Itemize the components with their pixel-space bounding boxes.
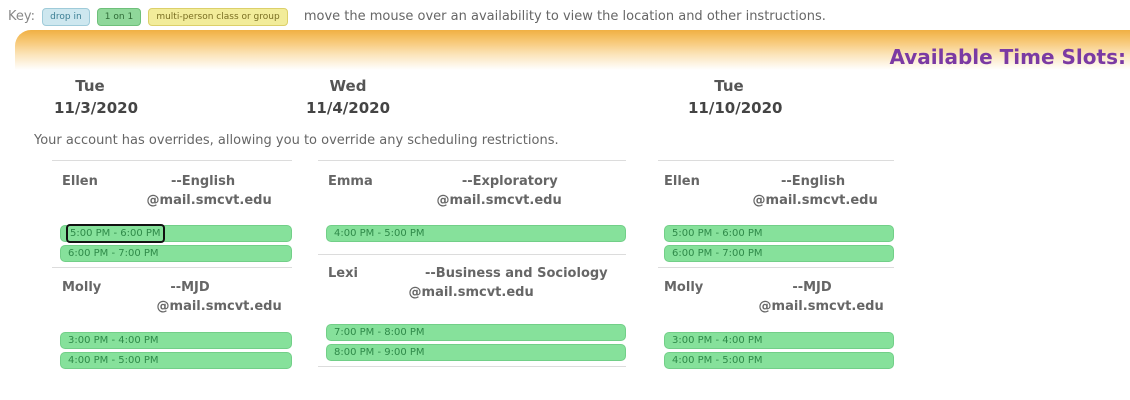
tutor-subject: --Exploratory [461, 174, 558, 189]
time-slot[interactable]: 6:00 PM - 7:00 PM [60, 245, 292, 262]
override-notice: Your account has overrides, allowing you… [34, 133, 559, 148]
time-slot[interactable]: 4:00 PM - 5:00 PM [326, 225, 626, 242]
tutor-email: @mail.smcvt.edu [436, 193, 562, 208]
tutor-subject: --MJD [792, 280, 832, 295]
tutor-name: Emma [328, 174, 373, 189]
day-header: Tue 11/3/2020 [54, 75, 139, 119]
time-slot[interactable]: 5:00 PM - 6:00 PM [664, 225, 894, 242]
day-of-week: Tue [75, 77, 105, 95]
tutor-block: Molly --MJD @mail.smcvt.edu [52, 268, 292, 316]
day-column: Emma --Exploratory @mail.smcvt.edu 4:00 … [318, 160, 626, 367]
tutor-email: @mail.smcvt.edu [408, 285, 534, 300]
time-slot[interactable]: 4:00 PM - 5:00 PM [60, 352, 292, 369]
tutor-block: Ellen --English @mail.smcvt.edu [52, 161, 292, 210]
tutor-subject: --MJD [170, 280, 210, 295]
tutor-name: Molly [62, 280, 102, 295]
tutor-subject: --English [780, 174, 846, 189]
divider [318, 366, 626, 367]
day-date: 11/3/2020 [54, 99, 139, 117]
time-slot[interactable]: 3:00 PM - 4:00 PM [664, 332, 894, 349]
tutor-subject: --Business and Sociology [425, 266, 608, 281]
day-column: Ellen --English @mail.smcvt.edu 5:00 PM … [658, 160, 894, 372]
day-column: Ellen --English @mail.smcvt.edu 5:00 PM … [52, 160, 292, 372]
time-slot[interactable]: 4:00 PM - 5:00 PM [664, 352, 894, 369]
tutor-name: Ellen [664, 174, 700, 189]
key-chip-drop-in: drop in [42, 8, 90, 26]
key-chip-one-on-one: 1 on 1 [96, 8, 142, 26]
tutor-block: Lexi --Business and Sociology @mail.smcv… [318, 255, 626, 302]
tutor-block: Ellen --English @mail.smcvt.edu [658, 161, 894, 210]
tutor-block: Molly --MJD @mail.smcvt.edu [658, 268, 894, 316]
time-slot[interactable]: 6:00 PM - 7:00 PM [664, 245, 894, 262]
tutor-subject: --English [170, 174, 236, 189]
time-slot[interactable]: 5:00 PM - 6:00 PM [60, 224, 292, 243]
key-label: Key: [8, 9, 36, 24]
day-header: Wed 11/4/2020 [306, 75, 390, 119]
day-of-week: Wed [329, 77, 367, 95]
time-slot[interactable]: 3:00 PM - 4:00 PM [60, 332, 292, 349]
time-slot[interactable]: 8:00 PM - 9:00 PM [326, 344, 626, 361]
page-title: Available Time Slots: [889, 45, 1126, 69]
day-header: Tue 11/10/2020 [688, 75, 783, 119]
key-chip-multi-person: multi-person class or group [148, 8, 288, 26]
tutor-email: @mail.smcvt.edu [146, 193, 272, 208]
tutor-email: @mail.smcvt.edu [752, 193, 878, 208]
tutor-name: Lexi [328, 266, 358, 281]
availability-key: Key: drop in 1 on 1 multi-person class o… [8, 8, 826, 26]
tutor-email: @mail.smcvt.edu [758, 299, 884, 314]
tutor-email: @mail.smcvt.edu [156, 299, 282, 314]
time-slot[interactable]: 7:00 PM - 8:00 PM [326, 324, 626, 341]
day-date: 11/10/2020 [688, 99, 783, 117]
tutor-name: Molly [664, 280, 704, 295]
day-of-week: Tue [714, 77, 744, 95]
day-date: 11/4/2020 [306, 99, 391, 117]
key-instruction: move the mouse over an availability to v… [303, 9, 826, 24]
tutor-name: Ellen [62, 174, 98, 189]
tutor-block: Emma --Exploratory @mail.smcvt.edu [318, 161, 626, 210]
